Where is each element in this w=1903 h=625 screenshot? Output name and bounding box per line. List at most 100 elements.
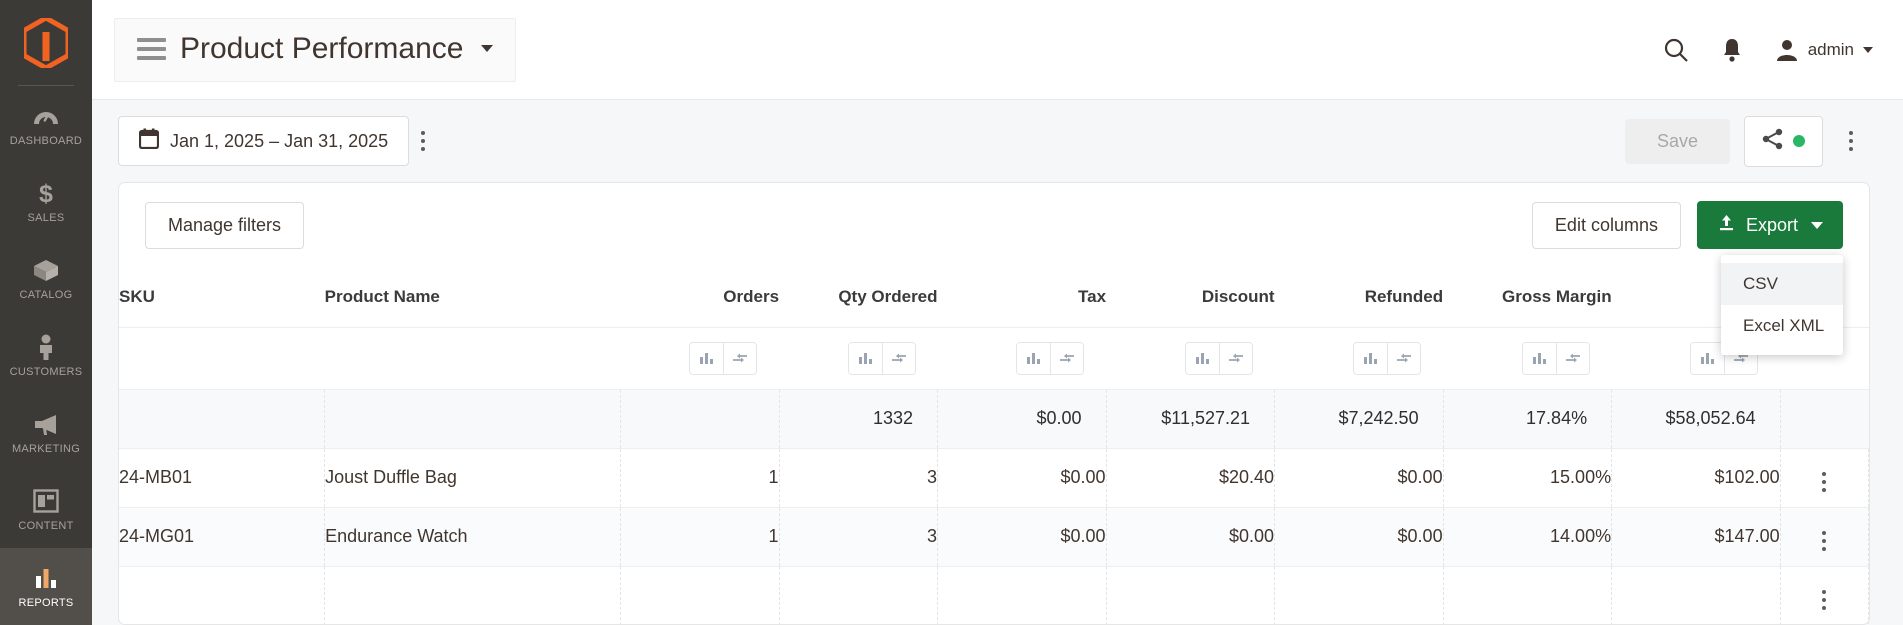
date-range-text: Jan 1, 2025 – Jan 31, 2025 bbox=[170, 131, 388, 152]
cell-actions bbox=[1780, 448, 1868, 507]
column-header-discount[interactable]: Discount bbox=[1106, 267, 1275, 327]
page-title-dropdown[interactable]: Product Performance bbox=[114, 18, 516, 82]
cell-orders bbox=[621, 566, 779, 624]
share-button[interactable] bbox=[1744, 116, 1823, 167]
status-badge bbox=[1793, 135, 1805, 147]
sidebar-item-label: SALES bbox=[28, 212, 65, 224]
collapse-arrows-icon[interactable] bbox=[882, 343, 915, 374]
calendar-icon bbox=[139, 128, 159, 154]
sidebar-item-dashboard[interactable]: DASHBOARD bbox=[0, 86, 92, 163]
sidebar-item-label: DASHBOARD bbox=[10, 135, 82, 147]
filter-cell-gross-margin bbox=[1443, 327, 1612, 389]
column-header-tax[interactable]: Tax bbox=[938, 267, 1107, 327]
bar-chart-icon[interactable] bbox=[1523, 343, 1556, 374]
top-bar-actions: admin bbox=[1663, 37, 1873, 63]
cell-tax: $0.00 bbox=[938, 448, 1107, 507]
collapse-arrows-icon[interactable] bbox=[1050, 343, 1083, 374]
layout-icon bbox=[31, 488, 61, 515]
toolbar-actions: Save bbox=[1625, 116, 1865, 167]
bar-chart-icon[interactable] bbox=[1691, 343, 1724, 374]
cell-qty-ordered: 3 bbox=[779, 507, 937, 566]
person-icon bbox=[31, 334, 61, 361]
upload-icon bbox=[1717, 213, 1736, 237]
cell-revenue: $102.00 bbox=[1612, 448, 1781, 507]
bell-icon[interactable] bbox=[1721, 37, 1743, 63]
save-button[interactable]: Save bbox=[1625, 119, 1730, 164]
sidebar-item-label: MARKETING bbox=[12, 443, 80, 455]
sidebar-item-marketing[interactable]: MARKETING bbox=[0, 394, 92, 471]
column-header-qty-ordered[interactable]: Qty Ordered bbox=[779, 267, 937, 327]
bar-chart-icon[interactable] bbox=[1186, 343, 1219, 374]
date-range-options-icon[interactable] bbox=[409, 125, 437, 157]
bar-chart-icon[interactable] bbox=[690, 343, 723, 374]
column-header-orders[interactable]: Orders bbox=[621, 267, 779, 327]
sidebar-item-reports[interactable]: REPORTS bbox=[0, 548, 92, 625]
export-menu-item-excel-xml[interactable]: Excel XML bbox=[1721, 305, 1843, 347]
cell-discount: $0.00 bbox=[1106, 507, 1275, 566]
column-header-gross-margin[interactable]: Gross Margin bbox=[1443, 267, 1612, 327]
cell-sku: 24-MG01 bbox=[119, 507, 325, 566]
filter-cell-tax bbox=[938, 327, 1107, 389]
column-header-product-name[interactable]: Product Name bbox=[325, 267, 621, 327]
sidebar-item-sales[interactable]: $ SALES bbox=[0, 163, 92, 240]
collapse-arrows-icon[interactable] bbox=[1219, 343, 1252, 374]
admin-name: admin bbox=[1808, 40, 1854, 60]
report-toolbar: Jan 1, 2025 – Jan 31, 2025 Save bbox=[92, 100, 1903, 182]
box-icon bbox=[31, 257, 61, 284]
user-avatar-icon bbox=[1775, 38, 1799, 62]
svg-text:$: $ bbox=[39, 180, 53, 206]
collapse-arrows-icon[interactable] bbox=[1387, 343, 1420, 374]
row-options-icon[interactable] bbox=[1818, 527, 1830, 555]
cell-discount: $20.40 bbox=[1106, 448, 1275, 507]
sidebar-item-content[interactable]: CONTENT bbox=[0, 471, 92, 548]
bar-chart-icon[interactable] bbox=[849, 343, 882, 374]
table-totals-row: 1332 $0.00 $11,527.21 $7,242.50 17.84% $… bbox=[119, 389, 1869, 448]
column-header-sku[interactable]: SKU bbox=[119, 267, 325, 327]
search-icon[interactable] bbox=[1663, 37, 1689, 63]
cell-revenue bbox=[1612, 566, 1781, 624]
totals-orders bbox=[621, 389, 779, 448]
bar-chart-icon[interactable] bbox=[1017, 343, 1050, 374]
bar-chart-icon[interactable] bbox=[1354, 343, 1387, 374]
table-header: SKU Product Name Orders Qty Ordered Tax … bbox=[119, 267, 1869, 327]
table-row[interactable]: 24-MG01 Endurance Watch 1 3 $0.00 $0.00 … bbox=[119, 507, 1869, 566]
collapse-arrows-icon[interactable] bbox=[723, 343, 756, 374]
totals-revenue: $58,052.64 bbox=[1612, 389, 1781, 448]
sidebar-item-customers[interactable]: CUSTOMERS bbox=[0, 317, 92, 394]
chevron-down-icon bbox=[481, 45, 493, 52]
export-button[interactable]: Export bbox=[1697, 201, 1843, 249]
date-range-picker[interactable]: Jan 1, 2025 – Jan 31, 2025 bbox=[118, 116, 409, 166]
totals-gross-margin: 17.84% bbox=[1443, 389, 1612, 448]
page-title: Product Performance bbox=[180, 32, 463, 66]
totals-tax: $0.00 bbox=[938, 389, 1107, 448]
cell-tax: $0.00 bbox=[938, 507, 1107, 566]
cell-orders: 1 bbox=[621, 507, 779, 566]
totals-product-name bbox=[325, 389, 621, 448]
table-scroll-area[interactable]: SKU Product Name Orders Qty Ordered Tax … bbox=[119, 267, 1869, 624]
magento-logo[interactable] bbox=[0, 0, 92, 85]
edit-columns-button[interactable]: Edit columns bbox=[1532, 202, 1681, 249]
toolbar-options-icon[interactable] bbox=[1837, 125, 1865, 157]
cell-revenue: $147.00 bbox=[1612, 507, 1781, 566]
chevron-down-icon bbox=[1863, 47, 1873, 53]
column-header-refunded[interactable]: Refunded bbox=[1275, 267, 1444, 327]
export-menu-item-csv[interactable]: CSV bbox=[1721, 263, 1843, 305]
row-options-icon[interactable] bbox=[1818, 586, 1830, 614]
sidebar-item-label: REPORTS bbox=[18, 597, 73, 609]
filter-cell-sku bbox=[119, 327, 325, 389]
panel-header-actions: Edit columns Export CSV Excel XML bbox=[1532, 201, 1843, 249]
cell-qty-ordered bbox=[779, 566, 937, 624]
admin-menu[interactable]: admin bbox=[1775, 38, 1873, 62]
gauge-icon bbox=[31, 103, 61, 130]
cell-refunded: $0.00 bbox=[1275, 507, 1444, 566]
collapse-arrows-icon[interactable] bbox=[1556, 343, 1589, 374]
sidebar-item-label: CATALOG bbox=[19, 289, 72, 301]
row-options-icon[interactable] bbox=[1818, 468, 1830, 496]
manage-filters-button[interactable]: Manage filters bbox=[145, 202, 304, 249]
sidebar-item-catalog[interactable]: CATALOG bbox=[0, 240, 92, 317]
admin-app: DASHBOARD $ SALES CATALOG CUSTOMERS bbox=[0, 0, 1903, 625]
table-row[interactable] bbox=[119, 566, 1869, 624]
cell-actions bbox=[1780, 566, 1868, 624]
table-row[interactable]: 24-MB01 Joust Duffle Bag 1 3 $0.00 $20.4… bbox=[119, 448, 1869, 507]
main-content: Product Performance admin bbox=[92, 0, 1903, 625]
